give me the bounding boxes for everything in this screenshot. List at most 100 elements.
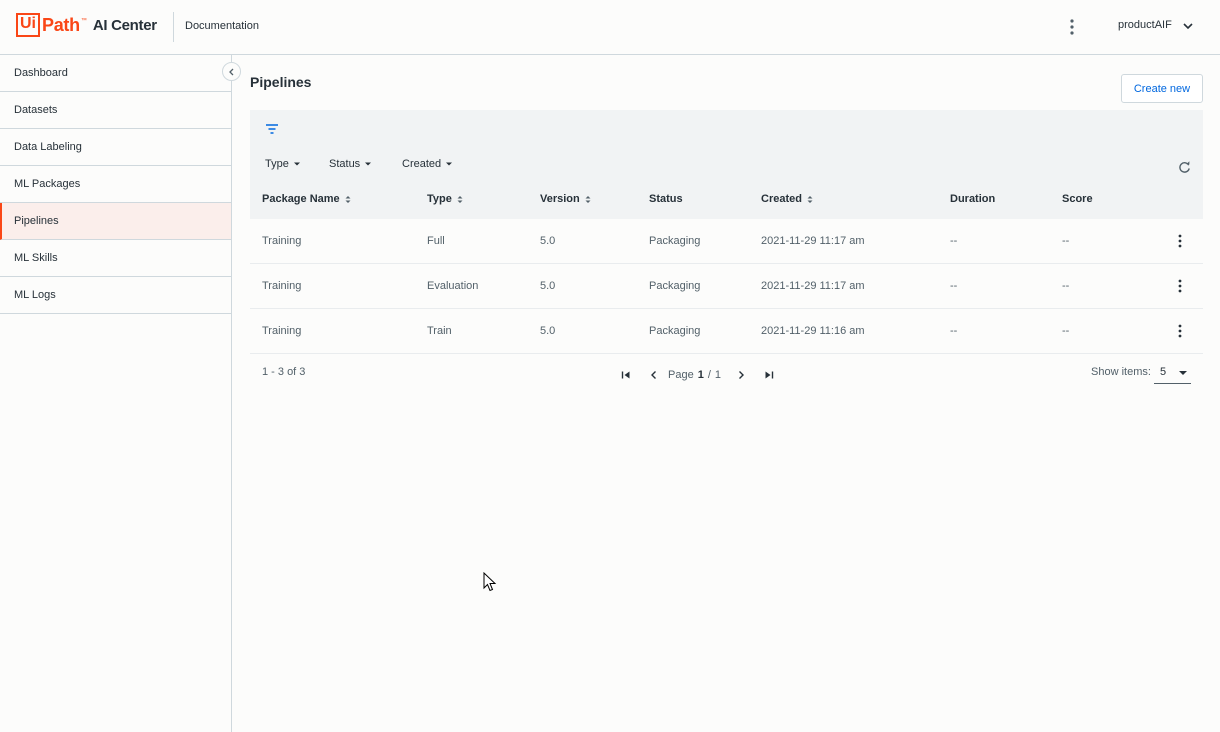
column-label: Score (1062, 193, 1093, 205)
sort-icon (807, 195, 813, 204)
page-size-select[interactable]: 5 (1154, 362, 1191, 384)
cell-status: Packaging (649, 235, 701, 247)
page-size-value: 5 (1160, 366, 1167, 378)
prev-page-icon[interactable] (646, 367, 662, 383)
cell-version: 5.0 (540, 325, 556, 337)
cell-status: Packaging (649, 325, 701, 337)
logo-path-text: Path (42, 14, 80, 35)
column-label: Created (761, 193, 802, 205)
cell-score: -- (1062, 235, 1070, 247)
column-header-created[interactable]: Created (761, 193, 813, 205)
page-title: Pipelines (250, 74, 312, 90)
next-page-icon[interactable] (733, 367, 749, 383)
uipath-logo[interactable]: Ui Path ™ AI Center (16, 13, 157, 37)
cell-type: Evaluation (427, 280, 479, 292)
sort-icon (585, 195, 591, 204)
filter-label: Created (402, 158, 442, 170)
sort-icon (457, 195, 463, 204)
cell-version: 5.0 (540, 235, 556, 247)
filter-label: Status (329, 158, 361, 170)
cell-created: 2021-11-29 11:17 am (761, 280, 865, 292)
tenant-selector[interactable]: productAIF (1118, 19, 1172, 31)
filter-created-dropdown[interactable]: Created (402, 158, 453, 170)
show-items-label: Show items: (1091, 366, 1151, 378)
cell-duration: -- (950, 280, 958, 292)
cell-version: 5.0 (540, 280, 556, 292)
page-indicator: Page 1 / 1 (668, 369, 721, 381)
sidebar-item-pipelines[interactable]: Pipelines (0, 203, 231, 240)
caret-down-icon (1179, 371, 1187, 375)
current-page: 1 (697, 369, 704, 381)
kebab-icon[interactable] (1176, 323, 1184, 339)
column-header-score: Score (1062, 193, 1093, 205)
column-label: Type (427, 193, 452, 205)
kebab-icon[interactable] (1066, 17, 1078, 37)
chevron-left-icon (227, 67, 237, 77)
sidebar-item-label: Data Labeling (14, 141, 82, 153)
cursor-icon (483, 572, 497, 592)
column-label: Package Name (262, 193, 340, 205)
column-header-status: Status (649, 193, 683, 205)
column-label: Duration (950, 193, 996, 205)
filter-icon[interactable] (264, 121, 280, 137)
sidebar-item-data-labeling[interactable]: Data Labeling (0, 129, 231, 166)
sidebar-collapse-button[interactable] (222, 62, 241, 81)
sidebar-item-dashboard[interactable]: Dashboard (0, 55, 231, 92)
sort-icon (345, 195, 351, 204)
logo-ui-mark: Ui (16, 13, 40, 37)
page-label: Page (668, 369, 694, 381)
sidebar-item-label: ML Packages (14, 178, 81, 190)
column-label: Status (649, 193, 683, 205)
column-header-duration: Duration (950, 193, 995, 205)
cell-package-name: Training (262, 325, 302, 337)
sidebar-item-ml-packages[interactable]: ML Packages (0, 166, 231, 203)
page-separator: / (707, 369, 711, 381)
cell-duration: -- (950, 325, 958, 337)
caret-down-icon (293, 161, 301, 167)
range-summary: 1 - 3 of 3 (262, 366, 306, 378)
last-page-icon[interactable] (761, 367, 777, 383)
cell-duration: -- (950, 235, 958, 247)
documentation-link[interactable]: Documentation (185, 20, 259, 32)
grid-header (250, 110, 1203, 219)
sidebar-item-ml-logs[interactable]: ML Logs (0, 277, 231, 314)
filter-status-dropdown[interactable]: Status (329, 158, 372, 170)
sidebar-item-label: Pipelines (14, 215, 59, 227)
cell-type: Full (427, 235, 445, 247)
sidebar-item-label: Datasets (14, 104, 58, 116)
sidebar-item-label: ML Skills (14, 252, 58, 264)
kebab-icon[interactable] (1176, 233, 1184, 249)
column-header-package-name[interactable]: Package Name (262, 193, 351, 205)
cell-package-name: Training (262, 280, 302, 292)
filter-type-dropdown[interactable]: Type (265, 158, 301, 170)
cell-created: 2021-11-29 11:16 am (761, 325, 865, 337)
caret-down-icon (445, 161, 453, 167)
cell-created: 2021-11-29 11:17 am (761, 235, 865, 247)
create-new-button[interactable]: Create new (1121, 74, 1203, 103)
sidebar-item-datasets[interactable]: Datasets (0, 92, 231, 129)
sidebar-item-label: Dashboard (14, 67, 68, 79)
caret-down-icon (364, 161, 372, 167)
header-divider (173, 12, 174, 42)
app-header: Ui Path ™ AI Center Documentation produc… (0, 0, 1220, 55)
first-page-icon[interactable] (618, 367, 634, 383)
table-row[interactable]: Training Evaluation 5.0 Packaging 2021-1… (250, 264, 1203, 309)
kebab-icon[interactable] (1176, 278, 1184, 294)
cell-type: Train (427, 325, 452, 337)
cell-score: -- (1062, 280, 1070, 292)
total-pages: 1 (714, 369, 722, 381)
logo-trademark: ™ (80, 18, 87, 24)
cell-status: Packaging (649, 280, 701, 292)
table-row[interactable]: Training Full 5.0 Packaging 2021-11-29 1… (250, 219, 1203, 264)
pagination: Page 1 / 1 (618, 367, 777, 383)
column-header-type[interactable]: Type (427, 193, 463, 205)
sidebar: Dashboard Datasets Data Labeling ML Pack… (0, 55, 232, 732)
refresh-icon[interactable] (1177, 160, 1192, 175)
sidebar-item-ml-skills[interactable]: ML Skills (0, 240, 231, 277)
column-header-version[interactable]: Version (540, 193, 591, 205)
filter-label: Type (265, 158, 289, 170)
table-row[interactable]: Training Train 5.0 Packaging 2021-11-29 … (250, 309, 1203, 354)
cell-score: -- (1062, 325, 1070, 337)
sidebar-item-label: ML Logs (14, 289, 56, 301)
chevron-down-icon[interactable] (1181, 20, 1195, 32)
